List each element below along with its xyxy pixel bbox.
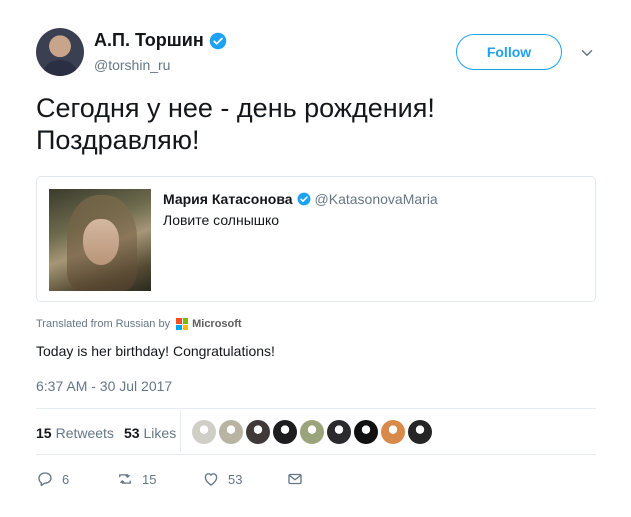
reply-count: 6 [62, 471, 70, 487]
verified-badge-icon [209, 32, 226, 49]
reply-button[interactable]: 6 [36, 470, 116, 488]
liker-avatar[interactable] [381, 420, 405, 444]
translation-label: Translated from Russian by [36, 318, 171, 330]
tweet-text-line: Сегодня у нее - день рождения! [36, 93, 435, 123]
liker-avatars [192, 420, 432, 444]
heart-icon [204, 473, 218, 486]
quoted-display-name[interactable]: Мария Катасонова [163, 191, 293, 207]
liker-avatar[interactable] [354, 420, 378, 444]
direct-message-button[interactable] [286, 470, 304, 488]
liker-avatar[interactable] [192, 420, 216, 444]
quoted-handle[interactable]: @KatasonovaMaria [315, 191, 438, 207]
tweet-stats: 15 Retweets 53 Likes [36, 425, 176, 441]
quoted-tweet-image[interactable] [49, 189, 151, 291]
chevron-down-icon[interactable] [578, 44, 596, 62]
retweets-stat[interactable]: 15 Retweets [36, 425, 114, 441]
author-name-row: А.П. Торшин [94, 30, 227, 51]
retweets-label: Retweets [55, 425, 114, 441]
divider [36, 454, 596, 455]
liker-avatar[interactable] [300, 420, 324, 444]
follow-button[interactable]: Follow [456, 34, 562, 70]
liker-avatar[interactable] [327, 420, 351, 444]
tweet-text-line: Поздравляю! [36, 125, 200, 155]
like-button[interactable]: 53 [202, 470, 286, 488]
likes-count: 53 [123, 425, 140, 441]
liker-avatar[interactable] [408, 420, 432, 444]
tweet-card: А.П. Торшин @torshin_ru Follow Сегодня у… [0, 0, 631, 517]
translation-attribution: Translated from Russian by Microsoft [36, 318, 242, 330]
quoted-text: Ловите солнышко [163, 212, 280, 228]
retweet-count: 15 [142, 471, 157, 487]
author-handle[interactable]: @torshin_ru [94, 57, 170, 73]
retweet-button[interactable]: 15 [116, 470, 202, 488]
liker-avatar[interactable] [246, 420, 270, 444]
likes-label: Likes [143, 425, 177, 441]
microsoft-logo-icon [176, 318, 189, 330]
stats-separator [180, 410, 181, 452]
tweet-text: Сегодня у нее - день рождения! Поздравля… [36, 92, 596, 156]
photo-face-shape [83, 219, 119, 265]
tweet-actions: 6 15 53 [36, 470, 304, 488]
translation-provider[interactable]: Microsoft [192, 318, 242, 330]
quoted-author-row: Мария Катасонова @KatasonovaMaria [163, 191, 438, 207]
divider [36, 408, 596, 409]
verified-badge-icon [297, 192, 310, 206]
retweets-count: 15 [36, 425, 52, 441]
liker-avatar[interactable] [219, 420, 243, 444]
envelope-icon [288, 473, 302, 485]
author-display-name[interactable]: А.П. Торшин [94, 30, 204, 51]
liker-avatar[interactable] [273, 420, 297, 444]
like-count: 53 [228, 471, 243, 487]
reply-icon [38, 472, 52, 487]
quoted-tweet[interactable]: Мария Катасонова @KatasonovaMaria Ловите… [36, 176, 596, 302]
author-avatar[interactable] [36, 28, 84, 76]
likes-stat[interactable]: 53 Likes [124, 425, 176, 441]
translated-text: Today is her birthday! Congratulations! [36, 343, 275, 359]
retweet-icon [119, 474, 131, 484]
tweet-timestamp[interactable]: 6:37 AM - 30 Jul 2017 [36, 378, 172, 394]
